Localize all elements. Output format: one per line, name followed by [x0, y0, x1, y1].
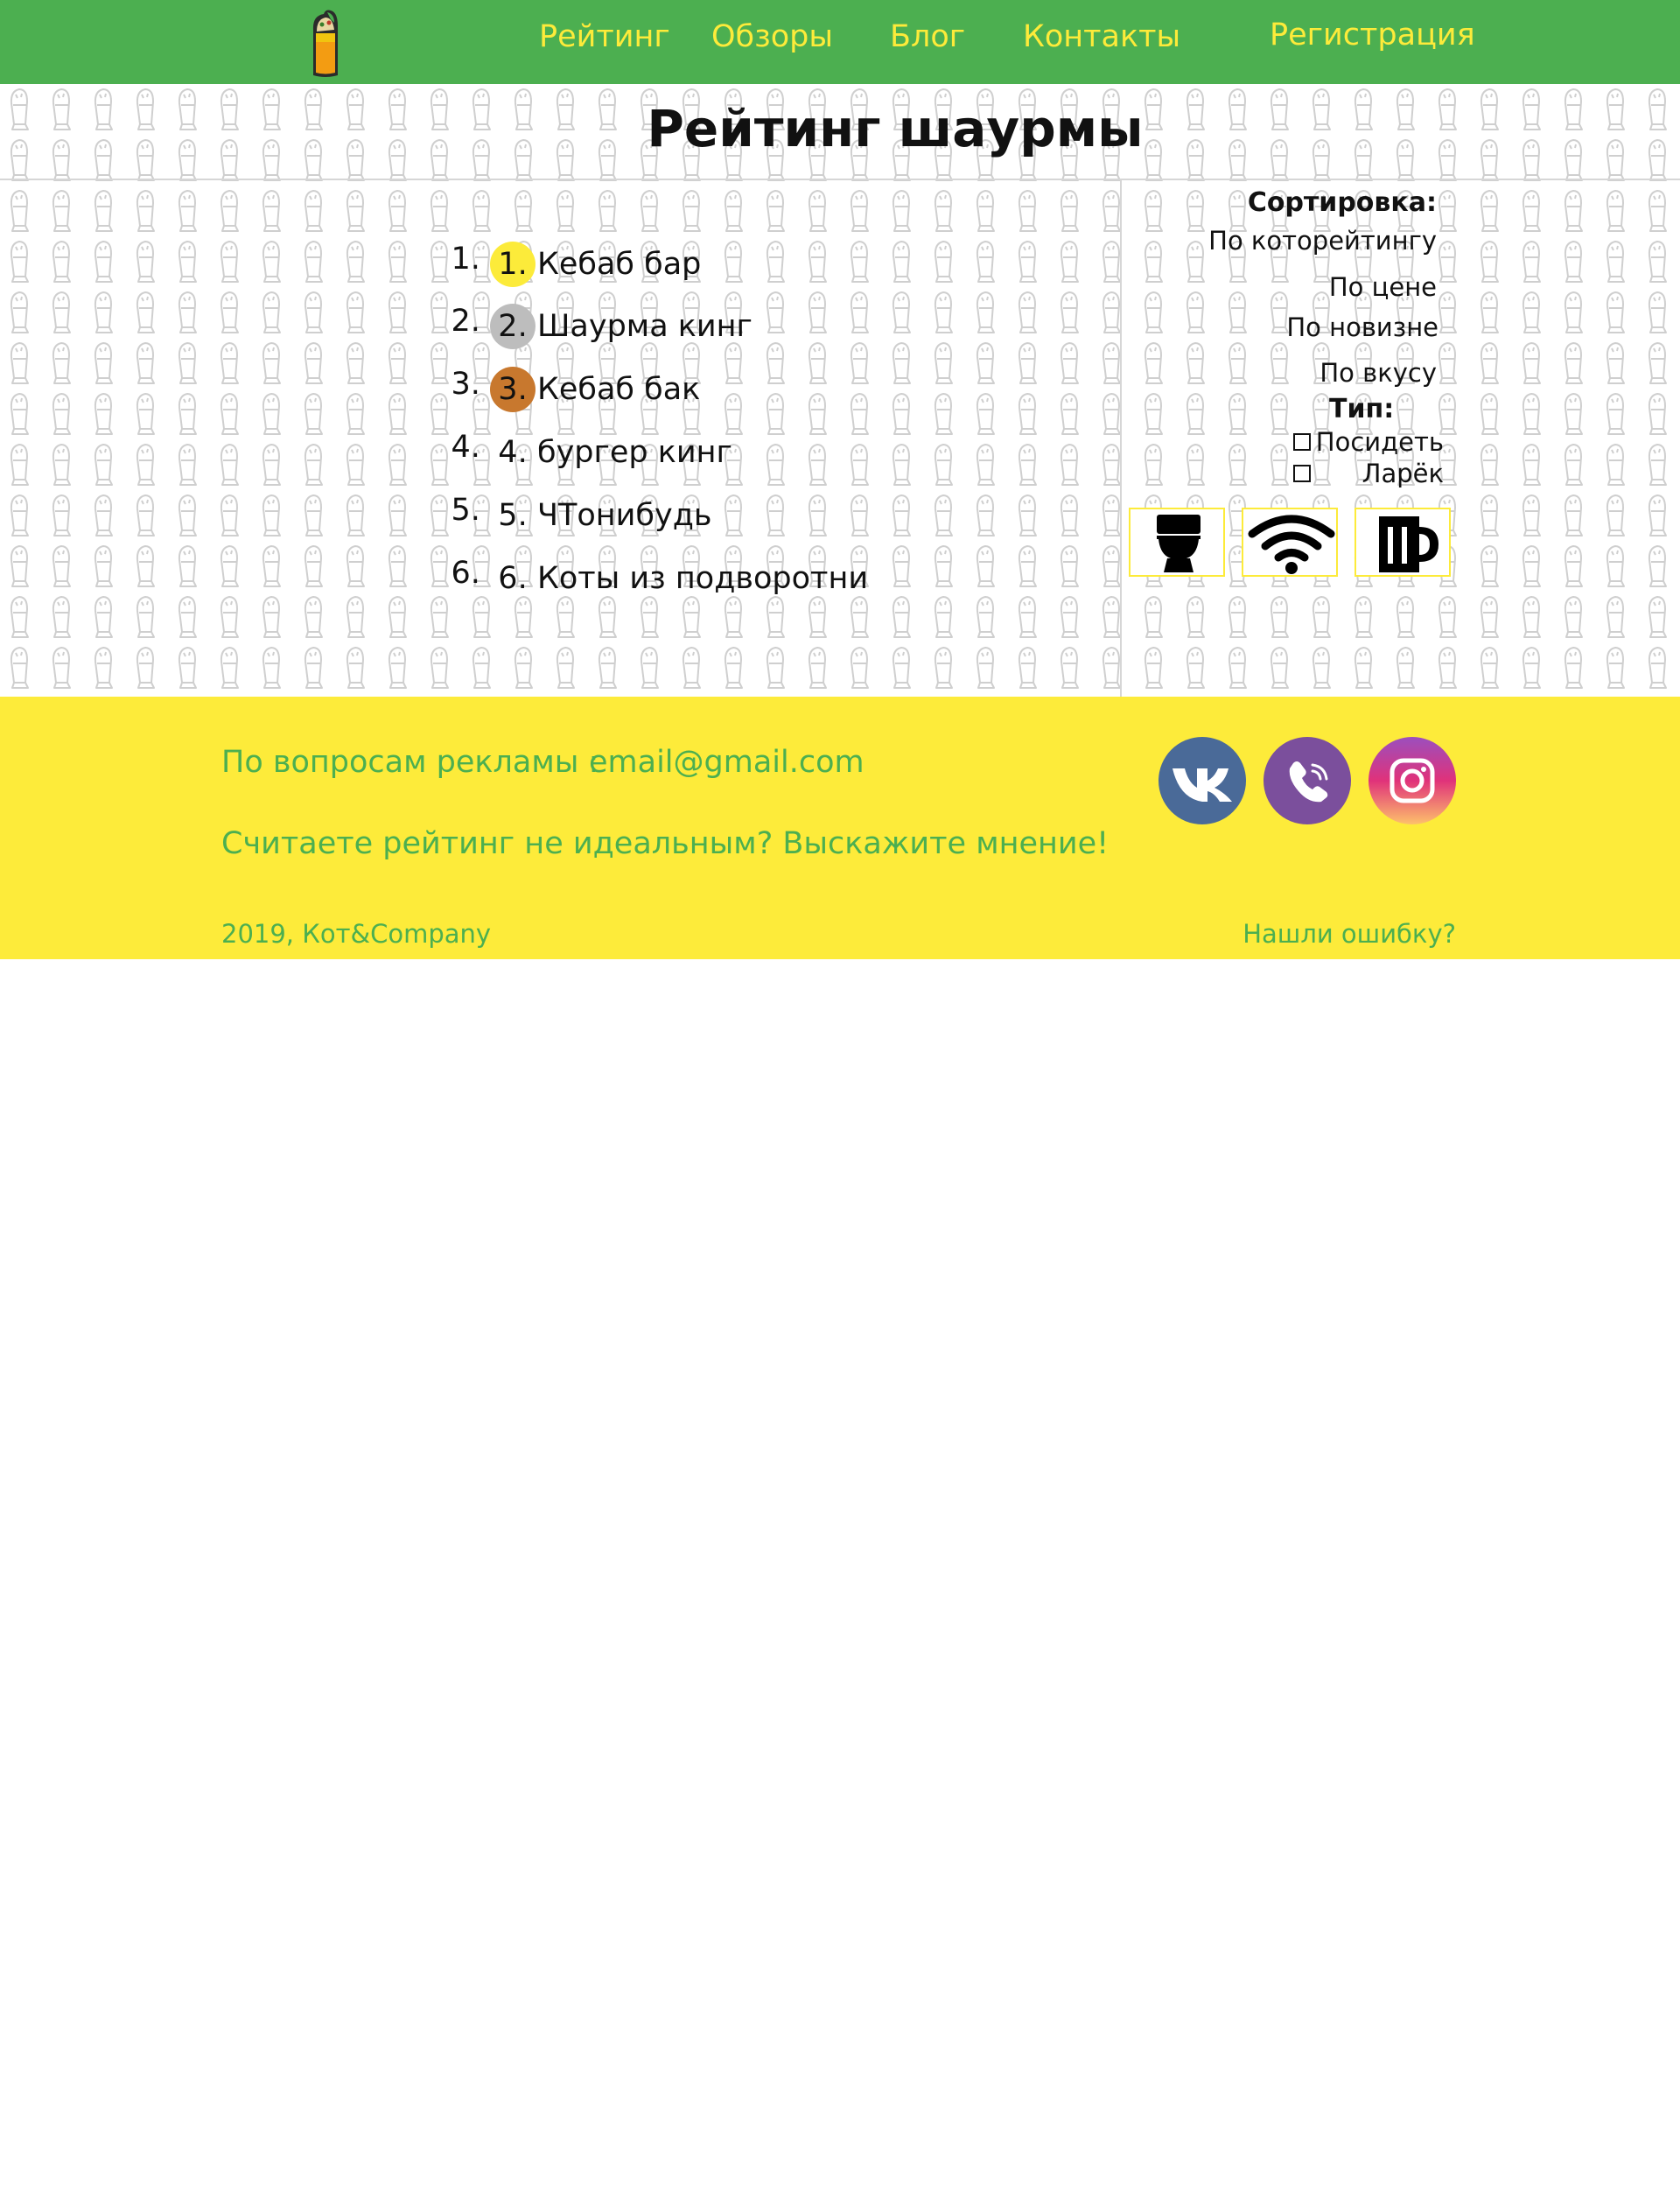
instagram-icon	[1390, 758, 1435, 803]
register-link[interactable]: Регистрация	[1270, 18, 1475, 53]
ranking-item-name: ЧТонибудь	[537, 498, 712, 533]
top-navigation-bar: Рейтинг Обзоры Блог Контакты Регистрация	[0, 0, 1680, 84]
sidebar-divider	[1120, 179, 1122, 697]
ad-email-link[interactable]: email@gmail.com	[589, 745, 864, 780]
nav-contacts-link[interactable]: Контакты	[1023, 19, 1180, 54]
sort-by-price[interactable]: По цене	[1329, 272, 1437, 302]
nav-blog-link[interactable]: Блог	[890, 19, 965, 54]
ranking-item-name: Коты из подворотни	[537, 561, 869, 596]
feedback-link[interactable]: Считаете рейтинг не идеальным? Выскажите…	[221, 826, 1109, 861]
toilet-filter-button[interactable]	[1129, 508, 1225, 577]
instagram-link[interactable]	[1368, 737, 1456, 824]
ranking-item-name: Кебаб бар	[537, 247, 702, 282]
type-heading: Тип:	[1329, 394, 1395, 424]
page-title: Рейтинг шаурмы	[647, 99, 1144, 158]
shawarma-pattern-background	[0, 84, 1680, 697]
type-option-label: Посидеть	[1315, 427, 1444, 457]
sort-by-taste[interactable]: По вкусу	[1320, 358, 1437, 388]
report-error-link[interactable]: Нашли ошибку?	[1242, 919, 1456, 949]
copyright: 2019, Кот&Company	[221, 919, 492, 949]
wifi-icon	[1248, 515, 1335, 574]
viber-link[interactable]	[1264, 737, 1351, 824]
viber-icon	[1289, 761, 1328, 803]
beer-filter-button[interactable]	[1354, 508, 1451, 577]
ranking-item-name: бургер кинг	[537, 435, 732, 470]
wifi-filter-button[interactable]	[1242, 508, 1338, 577]
site-footer: По вопросам рекламы : email@gmail.com Сч…	[0, 697, 1680, 959]
ranking-number: 5.	[498, 498, 528, 533]
sit-down-checkbox[interactable]	[1293, 433, 1311, 451]
ranking-item-name: Шаурма кинг	[537, 309, 752, 344]
type-option-kiosk[interactable]: Ларёк	[1293, 459, 1444, 488]
rating-content-area	[0, 84, 1680, 697]
sort-by-cat-rating[interactable]: По которейтингу	[1208, 226, 1437, 256]
nav-rating-link[interactable]: Рейтинг	[539, 19, 670, 54]
beer-mug-icon	[1379, 516, 1438, 572]
silver-medal-badge: 2.	[490, 304, 536, 349]
vk-icon	[1172, 768, 1232, 802]
nav-reviews-link[interactable]: Обзоры	[711, 19, 833, 54]
gold-medal-badge: 1.	[490, 242, 536, 287]
bronze-medal-badge: 3.	[490, 367, 536, 412]
sort-by-newness[interactable]: По новизне	[1286, 312, 1438, 342]
type-option-label: Ларёк	[1362, 459, 1444, 488]
ranking-number: 6.	[498, 561, 528, 596]
ranking-number: 4.	[498, 435, 528, 470]
kiosk-checkbox[interactable]	[1293, 465, 1311, 482]
ad-contact-label: По вопросам рекламы :	[221, 745, 599, 780]
type-option-sit-down[interactable]: Посидеть	[1293, 427, 1444, 457]
sort-heading: Сортировка:	[1247, 187, 1437, 218]
title-divider	[0, 179, 1680, 180]
ranking-item-name: Кебаб бак	[537, 372, 701, 407]
shawarma-logo-icon[interactable]	[308, 7, 343, 79]
toilet-icon	[1157, 515, 1200, 572]
vk-link[interactable]	[1158, 737, 1246, 824]
